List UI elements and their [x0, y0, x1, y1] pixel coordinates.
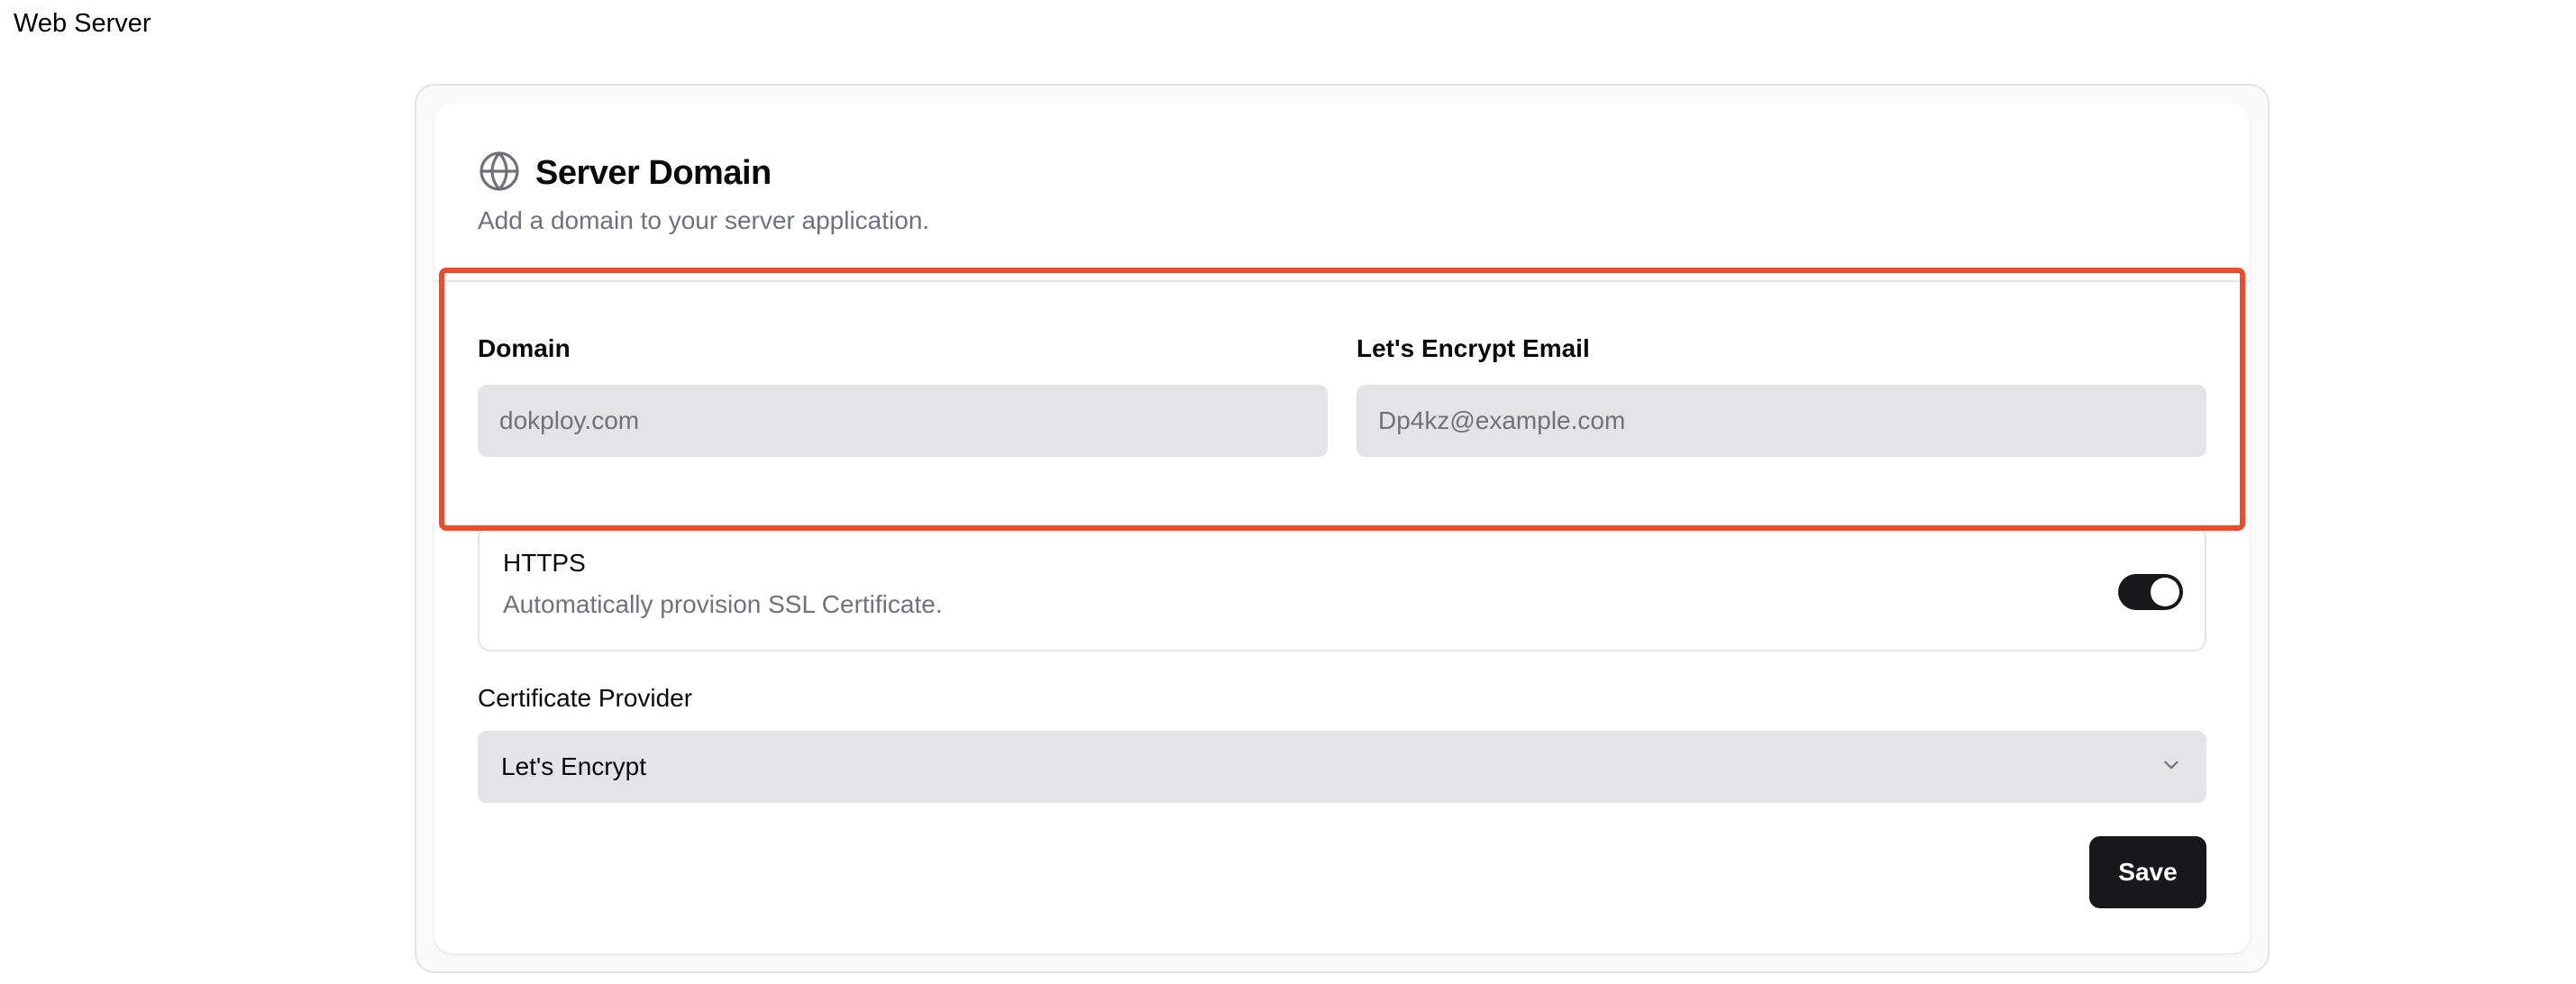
card-header: Server Domain Add a domain to your serve… — [478, 150, 2206, 235]
https-description: Automatically provision SSL Certificate. — [503, 590, 943, 618]
toggle-knob — [2151, 578, 2179, 606]
https-toggle[interactable] — [2118, 574, 2183, 610]
domain-email-row: Domain Let's Encrypt Email — [478, 334, 2206, 457]
server-domain-card: Server Domain Add a domain to your serve… — [434, 104, 2250, 953]
page-title: Web Server — [14, 9, 151, 38]
letsencrypt-email-input[interactable] — [1357, 385, 2206, 457]
card-subtitle: Add a domain to your server application. — [478, 206, 930, 234]
certificate-provider-value: Let's Encrypt — [501, 752, 646, 780]
chevron-down-icon — [2160, 753, 2183, 781]
https-setting: HTTPS Automatically provision SSL Certif… — [478, 525, 2206, 651]
https-title: HTTPS — [503, 549, 586, 577]
header-divider — [434, 280, 2250, 282]
domain-label: Domain — [478, 334, 571, 362]
domain-field-group: Domain — [478, 334, 1328, 457]
email-field-group: Let's Encrypt Email — [1357, 334, 2206, 457]
server-domain-card-container: Server Domain Add a domain to your serve… — [415, 84, 2270, 973]
card-title: Server Domain — [535, 153, 772, 192]
save-button[interactable]: Save — [2089, 836, 2206, 908]
card-title-row: Server Domain — [478, 150, 2206, 196]
globe-icon — [478, 150, 521, 197]
email-label: Let's Encrypt Email — [1357, 334, 1590, 362]
certificate-provider-label: Certificate Provider — [478, 684, 693, 712]
certificate-provider-select[interactable]: Let's Encrypt — [478, 731, 2206, 803]
domain-input[interactable] — [478, 385, 1328, 457]
